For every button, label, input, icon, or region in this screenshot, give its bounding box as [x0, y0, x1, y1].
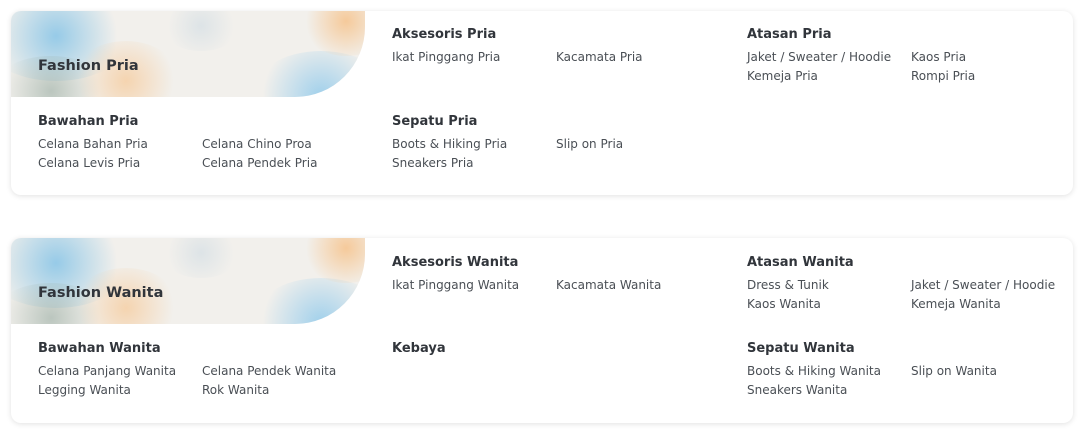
- subcategory-link[interactable]: Rompi Pria: [911, 68, 1073, 84]
- category-banner[interactable]: Fashion Wanita: [11, 238, 365, 324]
- subcategory-title[interactable]: Atasan Wanita: [747, 255, 1073, 271]
- subcategory-link[interactable]: Kemeja Pria: [747, 68, 911, 84]
- subcategory-link[interactable]: Kemeja Wanita: [911, 296, 1073, 312]
- category-card-fashion-wanita: Fashion Wanita Aksesoris Wanita Ikat Pin…: [11, 238, 1073, 423]
- subcategory-link[interactable]: Celana Chino Proa: [202, 136, 366, 152]
- category-banner[interactable]: Fashion Pria: [11, 11, 365, 97]
- subcategory-group-sepatu-pria: Sepatu Pria Boots & Hiking Pria Slip on …: [392, 114, 720, 171]
- subcategory-link[interactable]: Ikat Pinggang Wanita: [392, 277, 556, 293]
- subcategory-link[interactable]: Celana Levis Pria: [38, 155, 202, 171]
- subcategory-group-bawahan-pria: Bawahan Pria Celana Bahan Pria Celana Ch…: [38, 114, 366, 171]
- subcategory-group-kebaya: Kebaya: [392, 341, 446, 363]
- subcategory-group-sepatu-wanita: Sepatu Wanita Boots & Hiking Wanita Slip…: [747, 341, 1073, 398]
- watercolor-decoration: [301, 238, 365, 283]
- watercolor-decoration: [161, 238, 241, 278]
- subcategory-link[interactable]: Slip on Pria: [556, 136, 720, 152]
- subcategory-link[interactable]: Kacamata Wanita: [556, 277, 720, 293]
- category-card-fashion-pria: Fashion Pria Aksesoris Pria Ikat Pinggan…: [11, 11, 1073, 195]
- subcategory-link[interactable]: Dress & Tunik: [747, 277, 911, 293]
- subcategory-link[interactable]: Sneakers Wanita: [747, 382, 911, 398]
- watercolor-decoration: [251, 278, 365, 324]
- category-title[interactable]: Fashion Wanita: [38, 285, 163, 301]
- subcategory-title[interactable]: Bawahan Wanita: [38, 341, 366, 357]
- subcategory-link[interactable]: Ikat Pinggang Pria: [392, 49, 556, 65]
- subcategory-group-atasan-pria: Atasan Pria Jaket / Sweater / Hoodie Kao…: [747, 27, 1073, 84]
- subcategory-link[interactable]: Legging Wanita: [38, 382, 202, 398]
- subcategory-link[interactable]: Slip on Wanita: [911, 363, 1073, 379]
- subcategory-link[interactable]: Jaket / Sweater / Hoodie: [747, 49, 911, 65]
- subcategory-link[interactable]: Celana Pendek Pria: [202, 155, 366, 171]
- subcategory-title[interactable]: Aksesoris Wanita: [392, 255, 720, 271]
- subcategory-link[interactable]: Kaos Wanita: [747, 296, 911, 312]
- subcategory-title[interactable]: Sepatu Pria: [392, 114, 720, 130]
- category-title[interactable]: Fashion Pria: [38, 58, 139, 74]
- subcategory-link[interactable]: Rok Wanita: [202, 382, 366, 398]
- subcategory-link[interactable]: Boots & Hiking Pria: [392, 136, 556, 152]
- subcategory-title[interactable]: Sepatu Wanita: [747, 341, 1073, 357]
- subcategory-link[interactable]: Celana Pendek Wanita: [202, 363, 366, 379]
- watercolor-decoration: [161, 11, 241, 51]
- watercolor-decoration: [301, 11, 365, 56]
- subcategory-link[interactable]: Celana Bahan Pria: [38, 136, 202, 152]
- subcategory-group-aksesoris-wanita: Aksesoris Wanita Ikat Pinggang Wanita Ka…: [392, 255, 720, 293]
- subcategory-link[interactable]: Jaket / Sweater / Hoodie: [911, 277, 1073, 293]
- subcategory-group-aksesoris-pria: Aksesoris Pria Ikat Pinggang Pria Kacama…: [392, 27, 720, 65]
- subcategory-title[interactable]: Kebaya: [392, 341, 446, 357]
- subcategory-link[interactable]: Sneakers Pria: [392, 155, 556, 171]
- subcategory-title[interactable]: Aksesoris Pria: [392, 27, 720, 43]
- subcategory-title[interactable]: Bawahan Pria: [38, 114, 366, 130]
- watercolor-decoration: [251, 51, 365, 97]
- subcategory-link[interactable]: Kacamata Pria: [556, 49, 720, 65]
- subcategory-link[interactable]: Kaos Pria: [911, 49, 1073, 65]
- subcategory-group-bawahan-wanita: Bawahan Wanita Celana Panjang Wanita Cel…: [38, 341, 366, 398]
- subcategory-link[interactable]: Boots & Hiking Wanita: [747, 363, 911, 379]
- subcategory-link[interactable]: Celana Panjang Wanita: [38, 363, 202, 379]
- subcategory-group-atasan-wanita: Atasan Wanita Dress & Tunik Jaket / Swea…: [747, 255, 1073, 312]
- subcategory-title[interactable]: Atasan Pria: [747, 27, 1073, 43]
